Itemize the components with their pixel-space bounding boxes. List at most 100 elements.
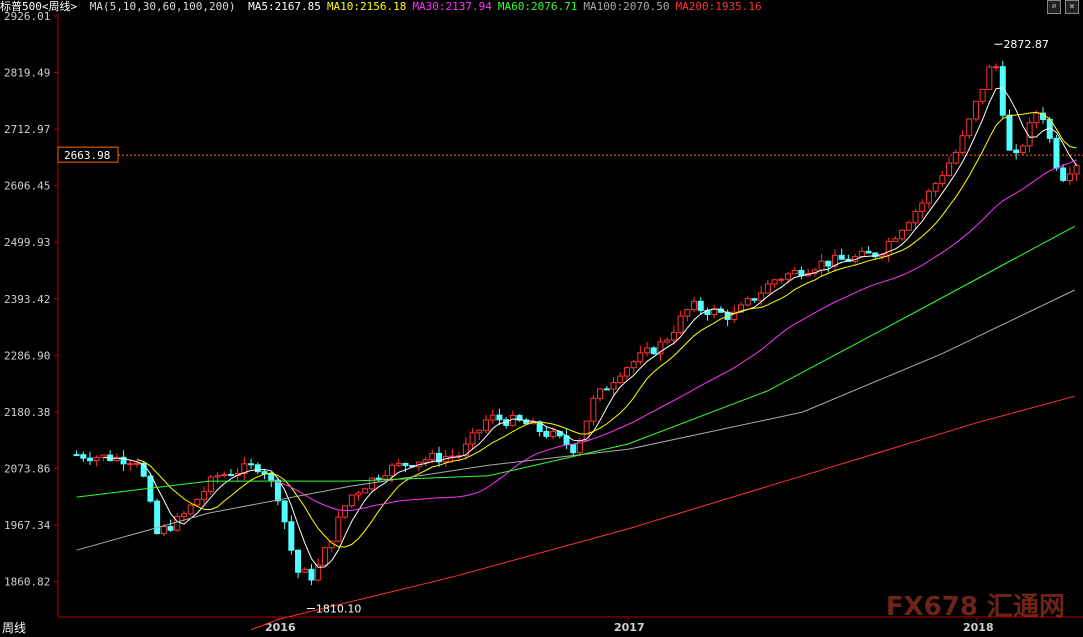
candle-body: [127, 463, 134, 466]
candle-body: [395, 462, 402, 466]
ma-value-2: MA30:2137.94: [412, 0, 492, 13]
candle-body: [160, 526, 167, 535]
candle-body: [194, 498, 201, 506]
candle-body: [1073, 165, 1080, 175]
current-price-label: 2663.98: [64, 149, 110, 162]
y-tick-label: 2286.90: [4, 349, 50, 362]
candle-body: [785, 273, 792, 280]
candle-body: [248, 463, 255, 466]
candle-body: [952, 151, 959, 164]
candle-body: [429, 452, 436, 461]
candle-body: [362, 488, 369, 494]
candle-body: [201, 491, 208, 500]
price-chart[interactable]: 1860.82 1967.34 2073.86 2180.38 2286.90 2393.…: [0, 0, 1083, 637]
period-label[interactable]: 周线: [2, 619, 26, 636]
candle-body: [818, 260, 825, 271]
candle-body: [912, 210, 919, 224]
candle-body: [858, 250, 865, 258]
candle-body: [348, 494, 355, 507]
ma60-line: [76, 225, 1075, 498]
candle-body: [597, 388, 604, 399]
candle-body: [1053, 137, 1060, 169]
x-tick-label: 2017: [614, 621, 645, 634]
candle-body: [382, 475, 389, 480]
y-tick-label: 2499.93: [4, 236, 50, 249]
candle-body: [959, 135, 966, 153]
candle-body: [838, 254, 845, 260]
candle-body: [301, 568, 308, 573]
candle-body: [321, 547, 328, 566]
candle-body: [133, 462, 140, 465]
search-icon[interactable]: ⌕: [1047, 0, 1061, 14]
candle-body: [993, 66, 1000, 69]
candle-body: [469, 432, 476, 445]
candle-body: [1066, 173, 1073, 182]
candle-body: [180, 513, 187, 517]
candle-body: [1006, 114, 1013, 151]
candle-body: [1060, 167, 1067, 182]
candle-body: [288, 521, 295, 551]
candle-body: [617, 375, 624, 384]
candle-body: [865, 250, 872, 254]
candle-body: [207, 476, 214, 493]
y-tick-label: 2819.49: [4, 67, 50, 80]
candle-body: [80, 454, 87, 459]
candle-body: [603, 388, 610, 391]
candle-body: [295, 549, 302, 573]
candle-body: [422, 459, 429, 463]
candle-body: [644, 347, 651, 354]
ma-value-5: MA200:1935.16: [675, 0, 762, 13]
candle-body: [778, 278, 785, 281]
annotation-label: 2872.87: [1003, 38, 1048, 51]
candle-body: [281, 500, 288, 523]
candle-body: [550, 431, 557, 437]
candle-body: [268, 473, 275, 481]
candle-body: [93, 456, 100, 462]
candle-body: [751, 298, 758, 301]
candle-body: [389, 464, 396, 477]
candle-body: [476, 429, 483, 434]
y-tick-label: 2180.38: [4, 406, 50, 419]
candle-body: [919, 202, 926, 212]
ma-value-0: MA5:2167.85: [248, 0, 321, 13]
candle-body: [925, 190, 932, 204]
y-tick-label: 2712.97: [4, 123, 50, 136]
y-tick-label: 2393.42: [4, 293, 50, 306]
candle-body: [221, 474, 228, 477]
candle-body: [744, 298, 751, 306]
candle-body: [227, 474, 234, 477]
candle-body: [670, 331, 677, 341]
candle-body: [482, 419, 489, 431]
candle-body: [174, 515, 181, 531]
candle-body: [590, 397, 597, 422]
y-tick-label: 1967.34: [4, 519, 51, 532]
candle-body: [905, 222, 912, 231]
candle-body: [610, 382, 617, 390]
candle-body: [892, 238, 899, 242]
candle-body: [637, 352, 644, 363]
chart-header: 标普500<周线> MA(5,10,30,60,100,200) MA5:216…: [0, 0, 1083, 14]
candle-body: [489, 414, 496, 421]
candle-body: [899, 229, 906, 240]
candle-body: [1019, 145, 1026, 154]
annotation-label: 1810.10: [316, 603, 362, 616]
symbol-label[interactable]: 标普500<周线>: [0, 0, 77, 13]
candle-body: [1033, 112, 1040, 124]
candle-body: [677, 315, 684, 333]
candle-body: [972, 100, 979, 120]
y-tick-label: 2606.45: [4, 180, 50, 193]
candle-body: [684, 309, 691, 317]
candle-body: [73, 454, 80, 457]
candle-body: [167, 526, 174, 531]
candle-body: [154, 500, 161, 535]
candle-body: [946, 162, 953, 177]
candle-body: [496, 414, 503, 421]
candle-body: [375, 477, 382, 480]
candle-body: [402, 462, 409, 467]
ma-spec[interactable]: MA(5,10,30,60,100,200): [90, 0, 236, 13]
candle-body: [623, 367, 630, 377]
y-tick-label: 2073.86: [4, 462, 50, 475]
candle-body: [462, 443, 469, 457]
candle-body: [986, 66, 993, 90]
close-icon[interactable]: ×: [1065, 0, 1079, 14]
